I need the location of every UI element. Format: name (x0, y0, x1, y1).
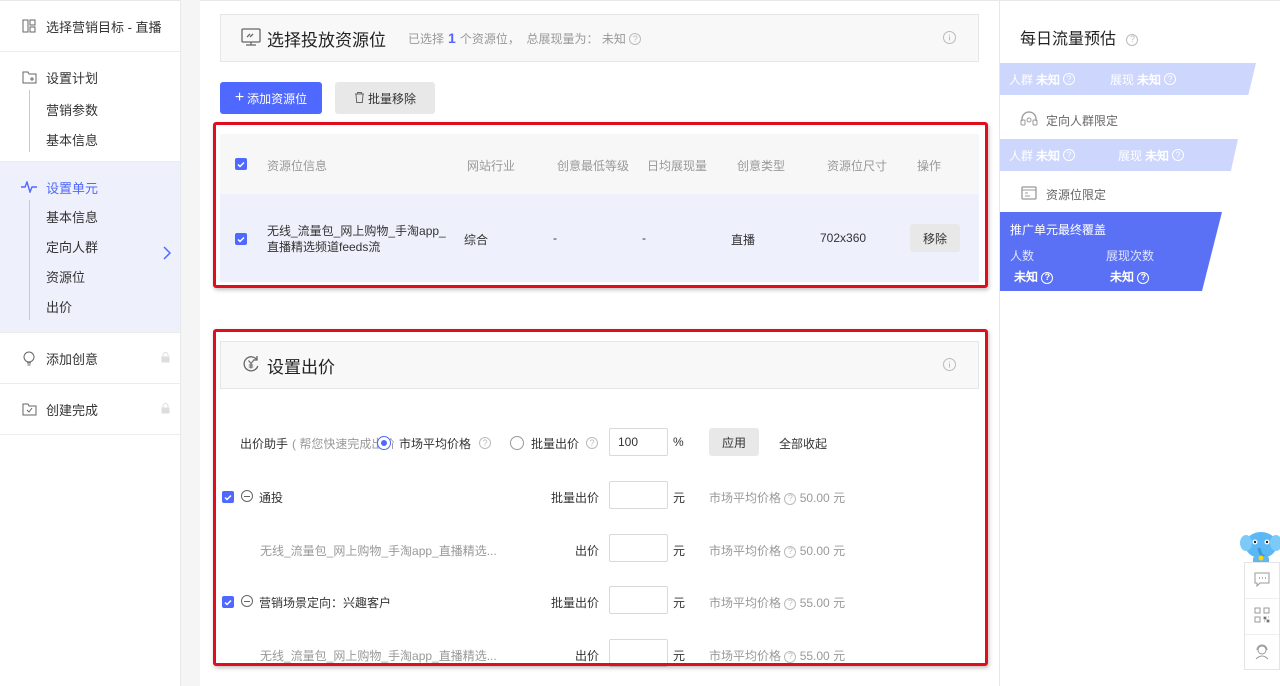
folder-plus-icon (20, 68, 38, 86)
chevron-right-icon (163, 241, 172, 271)
forecast-title: 每日流量预估 ? (1020, 25, 1139, 49)
service-button[interactable] (1245, 635, 1279, 671)
headset-icon (1020, 111, 1038, 130)
chat-icon (1254, 572, 1270, 590)
highlight-box-resource (213, 122, 988, 288)
qrcode-button[interactable] (1245, 599, 1279, 635)
forecast-panel: 每日流量预估 ? 人群 未知? 展现 未知? 定向人群限定 人群 未知? 展现 未知? … (999, 0, 1280, 686)
resource-monitor-icon (241, 27, 261, 49)
help-icon[interactable]: ? (629, 33, 642, 46)
sidebar-item-plan-basic[interactable]: 基本信息 (0, 126, 98, 156)
window-icon (1020, 185, 1038, 204)
sidebar-item-bid[interactable]: 出价 (0, 293, 72, 323)
help-icon[interactable]: ? (1172, 149, 1185, 161)
sidebar-section-done: 创建完成 (0, 384, 180, 435)
crowd-limit-label: 定向人群限定 (1020, 111, 1118, 130)
info-icon[interactable] (943, 31, 956, 47)
sidebar-item-resource[interactable]: 资源位 (0, 263, 85, 293)
forecast-band: 人群 未知? 展现 未知? (1000, 139, 1238, 171)
sidebar-section-creative: 添加创意 (0, 333, 180, 384)
lock-icon (161, 402, 170, 417)
chat-button[interactable] (1245, 563, 1279, 599)
sidebar-item-unit-basic[interactable]: 基本信息 (0, 203, 98, 233)
help-icon[interactable]: ? (1164, 73, 1177, 85)
resource-panel-header: 选择投放资源位 已选择 1 个资源位， 总展现量为： 未知 ? (220, 14, 979, 62)
sidebar-item-target[interactable]: 选择营销目标 - 直播 (0, 1, 180, 51)
sidebar-label-plan: 设置计划 (46, 70, 99, 86)
pulse-icon (20, 178, 38, 196)
batch-remove-button[interactable]: 批量移除 (335, 82, 435, 114)
help-icon[interactable]: ? (1126, 33, 1139, 46)
sidebar-label-done: 创建完成 (46, 402, 99, 418)
sidebar-label-creative: 添加创意 (46, 351, 99, 367)
layout-icon (20, 17, 38, 35)
sidebar-item-plan[interactable]: 设置计划 (0, 52, 180, 102)
sidebar-item-crowd[interactable]: 定向人群 (0, 233, 181, 263)
final-coverage-card: 推广单元最终覆盖 人数 展现次数 未知 ? 未知 ? (1000, 212, 1222, 291)
sidebar-section-plan: 设置计划 营销参数 基本信息 (0, 52, 180, 162)
sidebar-item-creative[interactable]: 添加创意 (0, 333, 180, 383)
sidebar-item-marketing-params[interactable]: 营销参数 (0, 96, 98, 126)
help-icon[interactable]: ? (1063, 73, 1076, 85)
times-label: 展现次数 (1106, 249, 1155, 263)
floating-toolbar (1244, 562, 1280, 670)
folder-check-icon (20, 400, 38, 418)
resource-limit-label: 资源位限定 (1020, 185, 1106, 204)
sidebar-section-target[interactable]: 选择营销目标 - 直播 (0, 1, 180, 52)
forecast-band: 人群 未知? 展现 未知? (1000, 63, 1256, 95)
plus-icon: + (234, 89, 245, 106)
customer-service-icon (1254, 644, 1270, 663)
help-icon[interactable]: ? (1063, 149, 1076, 161)
bulb-icon (20, 349, 38, 367)
people-label: 人数 (1010, 249, 1035, 263)
selection-summary: 已选择 1 个资源位， 总展现量为： 未知 ? (408, 29, 642, 47)
sidebar-item-done[interactable]: 创建完成 (0, 384, 180, 434)
trash-icon (354, 91, 365, 106)
sidebar-label-target: 选择营销目标 - 直播 (46, 19, 162, 35)
main-content: 选择投放资源位 已选择 1 个资源位， 总展现量为： 未知 ? + 添加资源位 批量… (200, 0, 999, 686)
lock-icon (161, 351, 170, 366)
selected-count: 1 (448, 29, 456, 46)
people-value: 未知 ? (1014, 268, 1054, 285)
help-icon[interactable]: ? (1137, 271, 1150, 284)
qrcode-icon (1254, 607, 1270, 626)
highlight-box-bid (213, 329, 988, 666)
sidebar-label-unit: 设置单元 (46, 180, 99, 196)
add-resource-button[interactable]: + 添加资源位 (220, 82, 322, 114)
help-icon[interactable]: ? (1041, 271, 1054, 284)
final-coverage-title: 推广单元最终覆盖 (1010, 223, 1107, 237)
sidebar-section-unit: 设置单元 基本信息 定向人群 资源位 出价 (0, 162, 180, 333)
times-value: 未知 ? (1110, 268, 1150, 285)
left-sidebar: 选择营销目标 - 直播 设置计划 营销参数 基本信息 设置单元 基本信息 定向人… (0, 0, 181, 686)
resource-panel-title: 选择投放资源位 (267, 30, 386, 50)
